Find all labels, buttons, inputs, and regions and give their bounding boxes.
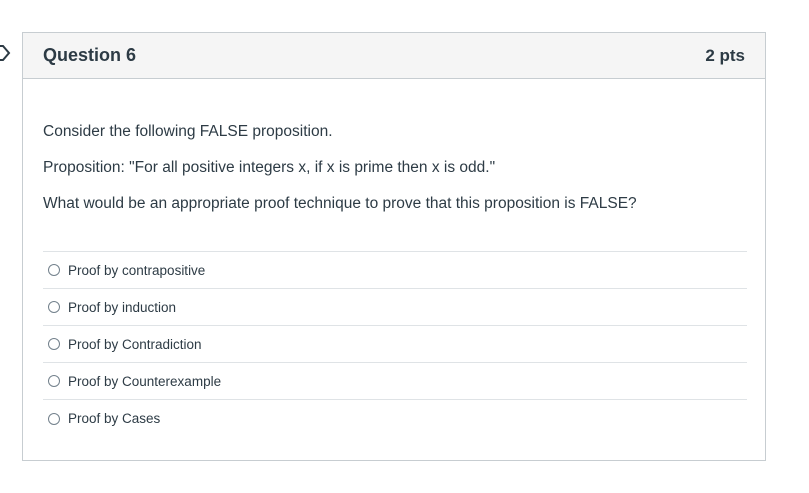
answer-option-induction[interactable]: Proof by induction	[43, 289, 747, 326]
question-prompt-ask: What would be an appropriate proof techn…	[43, 195, 637, 212]
question-title: Question 6	[43, 45, 137, 65]
radio-unselected-icon[interactable]	[48, 412, 60, 425]
question-prompt-proposition: Proposition: "For all positive integers …	[43, 159, 496, 176]
answer-label[interactable]: Proof by Counterexample	[68, 374, 221, 389]
answer-option-counterexample[interactable]: Proof by Counterexample	[43, 363, 747, 400]
radio-unselected-icon[interactable]	[48, 375, 60, 387]
answer-option-cases[interactable]: Proof by Cases	[43, 400, 747, 437]
question-card: Question 6 2 pts Consider the following …	[22, 32, 766, 461]
radio-unselected-icon[interactable]	[48, 338, 60, 350]
answer-list: Proof by contrapositive Proof by inducti…	[43, 251, 747, 437]
answer-label[interactable]: Proof by Contradiction	[68, 337, 202, 352]
question-prompt-intro: Consider the following FALSE proposition…	[43, 123, 333, 140]
flag-question-icon[interactable]	[0, 44, 12, 62]
answer-label[interactable]: Proof by Cases	[68, 411, 160, 426]
question-points: 2 pts	[705, 45, 745, 65]
question-header: Question 6 2 pts	[23, 33, 765, 79]
answer-label[interactable]: Proof by induction	[68, 300, 176, 315]
radio-unselected-icon[interactable]	[48, 301, 60, 313]
answer-option-contrapositive[interactable]: Proof by contrapositive	[43, 252, 747, 289]
answer-option-contradiction[interactable]: Proof by Contradiction	[43, 326, 747, 363]
answer-label[interactable]: Proof by contrapositive	[68, 263, 205, 278]
radio-unselected-icon[interactable]	[48, 264, 60, 276]
quiz-page: Question 6 2 pts Consider the following …	[0, 0, 809, 493]
